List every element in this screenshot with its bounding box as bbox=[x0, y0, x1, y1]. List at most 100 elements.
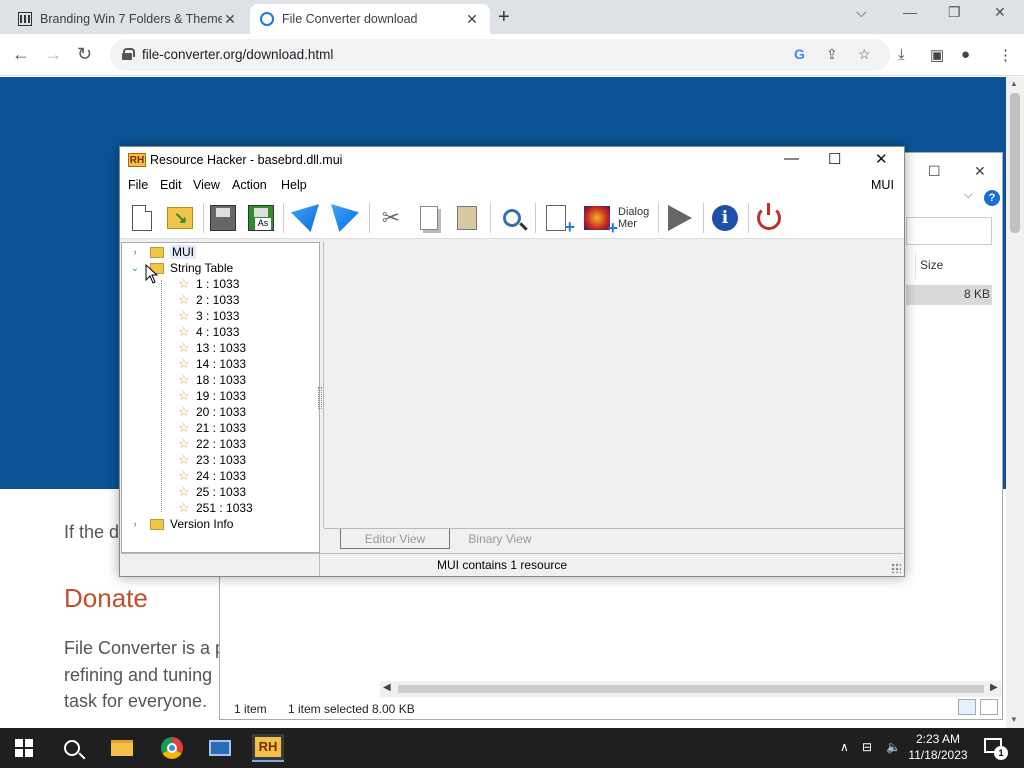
menu-help[interactable]: Help bbox=[281, 178, 307, 192]
search-button[interactable] bbox=[56, 734, 88, 762]
open-file-button[interactable] bbox=[164, 202, 196, 234]
help-icon[interactable]: ? bbox=[984, 190, 1000, 206]
chrome-taskbar-button[interactable] bbox=[156, 734, 188, 762]
bookmark-star-icon[interactable]: ☆ bbox=[858, 46, 871, 63]
scroll-down-arrow-icon[interactable]: ▼ bbox=[1010, 715, 1018, 724]
dialog-merger-button[interactable]: Dialog Mer bbox=[616, 202, 656, 234]
scroll-up-arrow-icon[interactable]: ▲ bbox=[1010, 79, 1018, 88]
tree-leaf-label[interactable]: 21 : 1033 bbox=[196, 421, 246, 435]
tab-search-chevron-icon[interactable]: ⌵ bbox=[856, 4, 867, 21]
size-column-header[interactable]: Size bbox=[920, 258, 943, 272]
tab-file-converter[interactable]: File Converter download ✕ bbox=[250, 4, 490, 34]
ribbon-expand-chevron-icon[interactable]: ⌵ bbox=[964, 189, 972, 202]
tree-leaf-label[interactable]: 14 : 1033 bbox=[196, 357, 246, 371]
menu-file[interactable]: File bbox=[128, 178, 148, 192]
volume-muted-icon[interactable]: 🔈 bbox=[886, 740, 901, 754]
add-image-resource-button[interactable] bbox=[581, 202, 618, 239]
tree-leaf-label[interactable]: 4 : 1033 bbox=[196, 325, 239, 339]
tree-leaf-label[interactable]: 22 : 1033 bbox=[196, 437, 246, 451]
minimize-button[interactable]: — bbox=[903, 4, 917, 20]
tab-binary-view[interactable]: Binary View bbox=[450, 529, 550, 549]
tree-leaf-label[interactable]: 20 : 1033 bbox=[196, 405, 246, 419]
column-divider[interactable] bbox=[915, 253, 916, 279]
tree-leaf-string[interactable]: ☆ 2 : 1033 bbox=[178, 292, 239, 308]
profile-icon[interactable]: ● bbox=[961, 46, 970, 63]
about-button[interactable]: i bbox=[709, 202, 741, 234]
close-icon[interactable]: ✕ bbox=[464, 11, 480, 28]
close-window-button[interactable]: ✕ bbox=[994, 4, 1006, 21]
url-text[interactable]: file-converter.org/download.html bbox=[142, 47, 333, 62]
menu-action[interactable]: Action bbox=[232, 178, 267, 192]
details-view-icon[interactable] bbox=[958, 699, 976, 715]
remote-desktop-taskbar-button[interactable] bbox=[204, 734, 236, 762]
side-panel-icon[interactable]: ▣ bbox=[930, 46, 944, 64]
back-button[interactable]: ← bbox=[12, 44, 30, 65]
scroll-right-arrow-icon[interactable]: ▶ bbox=[990, 682, 998, 693]
forward-button[interactable] bbox=[329, 202, 361, 234]
tray-overflow-chevron-icon[interactable]: ∧ bbox=[840, 740, 849, 754]
scroll-left-arrow-icon[interactable]: ◀ bbox=[383, 682, 391, 693]
new-file-button[interactable] bbox=[126, 202, 158, 234]
tree-node-version-info[interactable]: › Version Info bbox=[130, 516, 233, 532]
title-bar[interactable]: RH Resource Hacker - basebrd.dll.mui — ☐… bbox=[120, 147, 904, 173]
tree-leaf-label[interactable]: 251 : 1033 bbox=[196, 501, 253, 515]
page-scrollbar[interactable]: ▲ ▼ bbox=[1006, 77, 1024, 728]
search-input[interactable] bbox=[906, 217, 992, 245]
download-icon[interactable]: ⤓ bbox=[898, 46, 905, 63]
close-icon[interactable]: ✕ bbox=[222, 11, 238, 28]
add-resource-button[interactable] bbox=[540, 202, 575, 238]
tab-editor-view[interactable]: Editor View bbox=[340, 529, 450, 549]
tree-leaf-label[interactable]: 19 : 1033 bbox=[196, 389, 246, 403]
tree-leaf-string[interactable]: ☆ 19 : 1033 bbox=[178, 388, 246, 404]
maximize-button[interactable]: ☐ bbox=[828, 150, 841, 168]
tree-leaf-string[interactable]: ☆ 14 : 1033 bbox=[178, 356, 246, 372]
tree-leaf-string[interactable]: ☆ 22 : 1033 bbox=[178, 436, 246, 452]
tree-leaf-label[interactable]: 1 : 1033 bbox=[196, 277, 239, 291]
exit-button[interactable] bbox=[753, 202, 785, 234]
resource-hacker-taskbar-button[interactable]: RH bbox=[252, 734, 284, 762]
system-clock[interactable]: 2:23 AM 11/18/2023 bbox=[902, 731, 974, 763]
tree-leaf-string[interactable]: ☆ 3 : 1033 bbox=[178, 308, 239, 324]
tree-node-label[interactable]: MUI bbox=[170, 245, 196, 259]
scroll-thumb[interactable] bbox=[1010, 93, 1020, 233]
tree-node-label[interactable]: Version Info bbox=[170, 517, 233, 531]
resize-grip[interactable] bbox=[891, 563, 901, 573]
compile-run-button[interactable] bbox=[664, 202, 696, 234]
splitter-handle[interactable] bbox=[318, 387, 322, 409]
large-icons-view-icon[interactable] bbox=[980, 699, 998, 715]
reload-button[interactable]: ↻ bbox=[77, 44, 92, 65]
tree-leaf-label[interactable]: 2 : 1033 bbox=[196, 293, 239, 307]
tree-node-mui[interactable]: › MUI bbox=[130, 244, 196, 260]
expand-chevron-icon[interactable]: › bbox=[130, 247, 140, 258]
network-icon[interactable]: ⊟ bbox=[862, 740, 872, 754]
menu-view[interactable]: View bbox=[193, 178, 220, 192]
restore-button[interactable]: ❐ bbox=[948, 4, 961, 21]
menu-edit[interactable]: Edit bbox=[160, 178, 182, 192]
file-explorer-taskbar-button[interactable] bbox=[106, 734, 138, 762]
tree-leaf-string[interactable]: ☆ 1 : 1033 bbox=[178, 276, 239, 292]
address-bar[interactable]: file-converter.org/download.html G ⇪ ☆ bbox=[110, 39, 890, 71]
google-lens-icon[interactable]: G bbox=[794, 46, 805, 62]
back-button[interactable] bbox=[289, 202, 321, 234]
tree-leaf-label[interactable]: 23 : 1033 bbox=[196, 453, 246, 467]
tree-leaf-label[interactable]: 18 : 1033 bbox=[196, 373, 246, 387]
copy-button[interactable] bbox=[413, 202, 445, 234]
start-button[interactable] bbox=[8, 734, 40, 762]
tree-node-label[interactable]: String Table bbox=[170, 261, 233, 275]
tree-leaf-string[interactable]: ☆ 13 : 1033 bbox=[178, 340, 246, 356]
find-button[interactable] bbox=[496, 202, 528, 234]
new-tab-button[interactable]: + bbox=[498, 6, 510, 29]
tree-leaf-string[interactable]: ☆ 24 : 1033 bbox=[178, 468, 246, 484]
resource-editor-pane[interactable] bbox=[323, 242, 903, 528]
resource-tree[interactable]: › MUI ⌄ String Table ☆ 1 : 1033 ☆ 2 : 1033… bbox=[121, 242, 320, 553]
save-as-button[interactable] bbox=[245, 202, 277, 234]
close-window-button[interactable]: ✕ bbox=[974, 163, 986, 180]
tab-branding[interactable]: Branding Win 7 Folders & Themes ✕ bbox=[8, 4, 248, 34]
forward-button[interactable]: → bbox=[44, 44, 62, 65]
tree-leaf-label[interactable]: 25 : 1033 bbox=[196, 485, 246, 499]
minimize-button[interactable]: — bbox=[784, 150, 799, 167]
close-window-button[interactable]: ✕ bbox=[875, 150, 888, 168]
tree-leaf-label[interactable]: 24 : 1033 bbox=[196, 469, 246, 483]
paste-button[interactable] bbox=[451, 202, 483, 234]
tree-leaf-label[interactable]: 3 : 1033 bbox=[196, 309, 239, 323]
